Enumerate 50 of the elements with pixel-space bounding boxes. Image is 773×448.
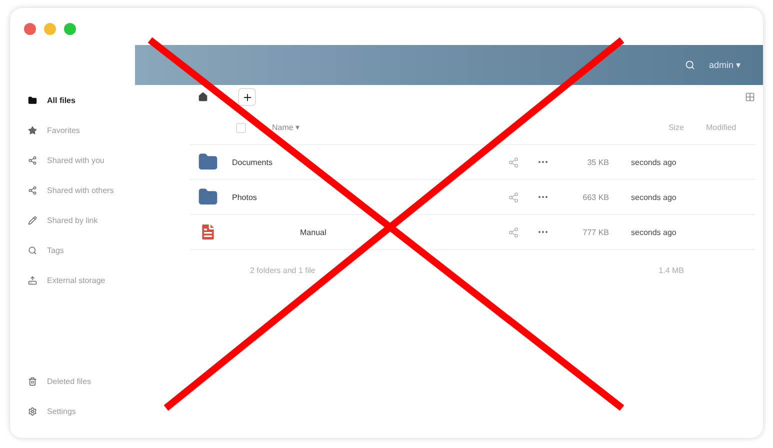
file-name[interactable]: Documents [232,158,272,166]
search-icon [28,246,37,254]
summary-text: 2 folders and 1 file [250,266,316,274]
file-row[interactable]: Documents 35 KB seconds ago [190,145,755,180]
file-row[interactable]: Manual 777 KB seconds ago [190,215,755,250]
file-size: 777 KB [582,228,609,236]
sidebar-item[interactable]: Shared with others [10,175,190,205]
column-header[interactable]: Name ▾ [272,123,300,132]
sidebar-item[interactable]: Shared by link [10,205,190,235]
column-header[interactable]: Size [594,123,684,132]
sidebar-item[interactable]: External storage [10,265,190,295]
sidebar-item[interactable]: Tags [10,235,190,265]
grid-view-icon[interactable] [745,92,755,102]
new-button[interactable] [238,88,256,106]
plus-icon [242,92,252,102]
file-name[interactable]: Photos [232,192,257,202]
file-modified: seconds ago [631,228,676,236]
settings-icon [28,406,37,416]
file-modified: seconds ago [631,158,676,166]
star-icon [28,126,37,134]
summary-size: 1.4 MB [658,266,684,274]
user-menu[interactable]: admin ▾ [708,60,741,70]
upload-icon [28,276,37,284]
folder-icon [28,96,37,104]
share-icon [28,156,37,164]
minimize-dot[interactable] [44,22,56,34]
sidebar-item[interactable]: All files [10,85,190,115]
close-dot[interactable] [24,22,36,34]
home-icon[interactable] [198,92,208,102]
folder-icon [198,187,218,207]
select-all-checkbox[interactable] [236,122,246,132]
sidebar-item[interactable]: Deleted files [10,366,190,396]
file-size: 663 KB [582,192,609,202]
file-name[interactable]: Manual [300,228,326,236]
share-icon[interactable] [508,192,519,202]
sidebar-item[interactable]: Shared with you [10,145,190,175]
share-icon [28,186,37,194]
sidebar-item[interactable]: Favorites [10,115,190,145]
sidebar-item[interactable]: Settings [10,396,190,426]
pencil-icon [28,216,37,224]
file-row[interactable]: Photos 663 KB seconds ago [190,180,755,215]
share-icon[interactable] [508,226,519,238]
search-icon[interactable] [684,60,695,70]
folder-icon [198,152,218,172]
column-header[interactable]: Modified [706,123,736,132]
trash-icon [28,376,37,386]
file-size: 35 KB [586,158,609,166]
share-icon[interactable] [508,156,519,168]
maximize-dot[interactable] [64,22,76,34]
file-modified: seconds ago [631,192,676,202]
